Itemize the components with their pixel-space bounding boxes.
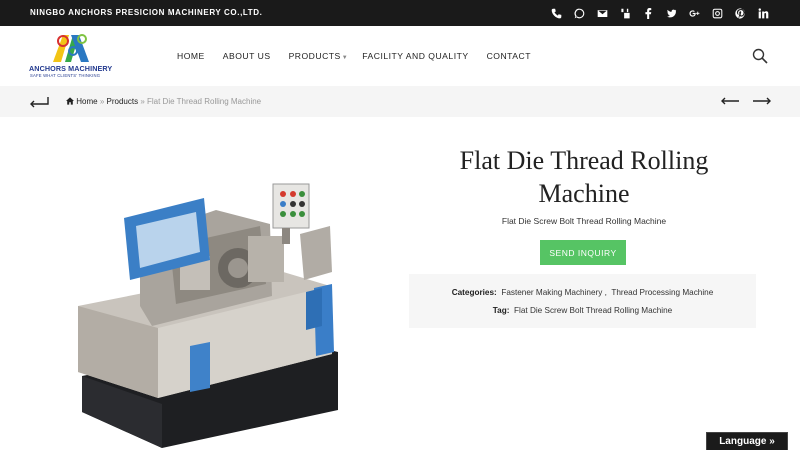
category-separator: , — [604, 288, 607, 297]
phone-icon[interactable] — [549, 5, 563, 21]
category-link[interactable]: Fastener Making Machinery — [501, 288, 602, 297]
categories-label: Categories: — [451, 288, 497, 297]
product-subtitle: Flat Die Screw Bolt Thread Rolling Machi… — [501, 216, 667, 226]
previous-product-arrow-icon[interactable] — [720, 96, 740, 106]
top-bar: NINGBO ANCHORS PRESICION MACHINERY CO.,L… — [0, 0, 800, 26]
logo-brand-text: ANCHORS MACHINERY — [29, 64, 113, 73]
category-link[interactable]: Thread Processing Machine — [611, 288, 713, 297]
product-meta: Categories: Fastener Making Machinery , … — [409, 274, 756, 328]
company-name: NINGBO ANCHORS PRESICION MACHINERY CO.,L… — [30, 8, 263, 17]
search-icon[interactable] — [752, 48, 768, 64]
nav-products-label: PRODUCTS — [288, 51, 341, 61]
next-product-arrow-icon[interactable] — [752, 96, 772, 106]
product-tags: Tag: Flat Die Screw Bolt Thread Rolling … — [409, 306, 756, 315]
product-categories: Categories: Fastener Making Machinery , … — [409, 288, 756, 297]
breadcrumb: Home » Products » Flat Die Thread Rollin… — [66, 97, 261, 106]
instagram-icon[interactable] — [710, 5, 724, 21]
email-icon[interactable] — [595, 5, 609, 21]
social-links — [549, 5, 770, 21]
twitter-icon[interactable] — [664, 5, 678, 21]
nav-home[interactable]: HOME — [177, 51, 205, 61]
breadcrumb-products[interactable]: Products — [107, 97, 139, 106]
tag-link[interactable]: Flat Die Screw Bolt Thread Rolling Machi… — [514, 306, 672, 315]
product-image[interactable] — [70, 176, 360, 450]
linkedin-icon[interactable] — [756, 5, 770, 21]
whatsapp-icon[interactable] — [572, 5, 586, 21]
breadcrumb-home[interactable]: Home — [76, 97, 97, 106]
facebook-icon[interactable] — [641, 5, 655, 21]
logo-slogan: SAFE WHAT CLIENTS' THINKING — [30, 73, 101, 78]
breadcrumb-bar: Home » Products » Flat Die Thread Rollin… — [0, 86, 800, 117]
pinterest-icon[interactable] — [733, 5, 747, 21]
breadcrumb-separator: » — [99, 97, 105, 106]
main-nav: HOME ABOUT US PRODUCTS▼ FACILITY AND QUA… — [177, 51, 549, 61]
home-icon — [66, 97, 74, 105]
google-plus-icon[interactable] — [687, 5, 701, 21]
product-title: Flat Die Thread Rolling Machine — [459, 146, 709, 208]
chevron-down-icon: ▼ — [341, 55, 349, 61]
nav-contact[interactable]: CONTACT — [487, 51, 531, 61]
tag-label: Tag: — [492, 306, 510, 315]
nav-facility[interactable]: FACILITY AND QUALITY — [362, 51, 468, 61]
language-selector[interactable]: Language » — [706, 432, 788, 450]
nav-about[interactable]: ABOUT US — [223, 51, 271, 61]
site-logo[interactable]: ANCHORS MACHINERY SAFE WHAT CLIENTS' THI… — [29, 31, 117, 83]
site-header: ANCHORS MACHINERY SAFE WHAT CLIENTS' THI… — [0, 26, 800, 86]
youtube-icon[interactable] — [618, 5, 632, 21]
breadcrumb-separator: » — [140, 97, 145, 106]
back-arrow-icon[interactable] — [29, 96, 49, 108]
breadcrumb-current: Flat Die Thread Rolling Machine — [147, 97, 262, 106]
logo-mark-icon — [53, 34, 89, 62]
send-inquiry-button[interactable]: SEND INQUIRY — [540, 240, 626, 265]
nav-products[interactable]: PRODUCTS▼ — [289, 51, 349, 61]
